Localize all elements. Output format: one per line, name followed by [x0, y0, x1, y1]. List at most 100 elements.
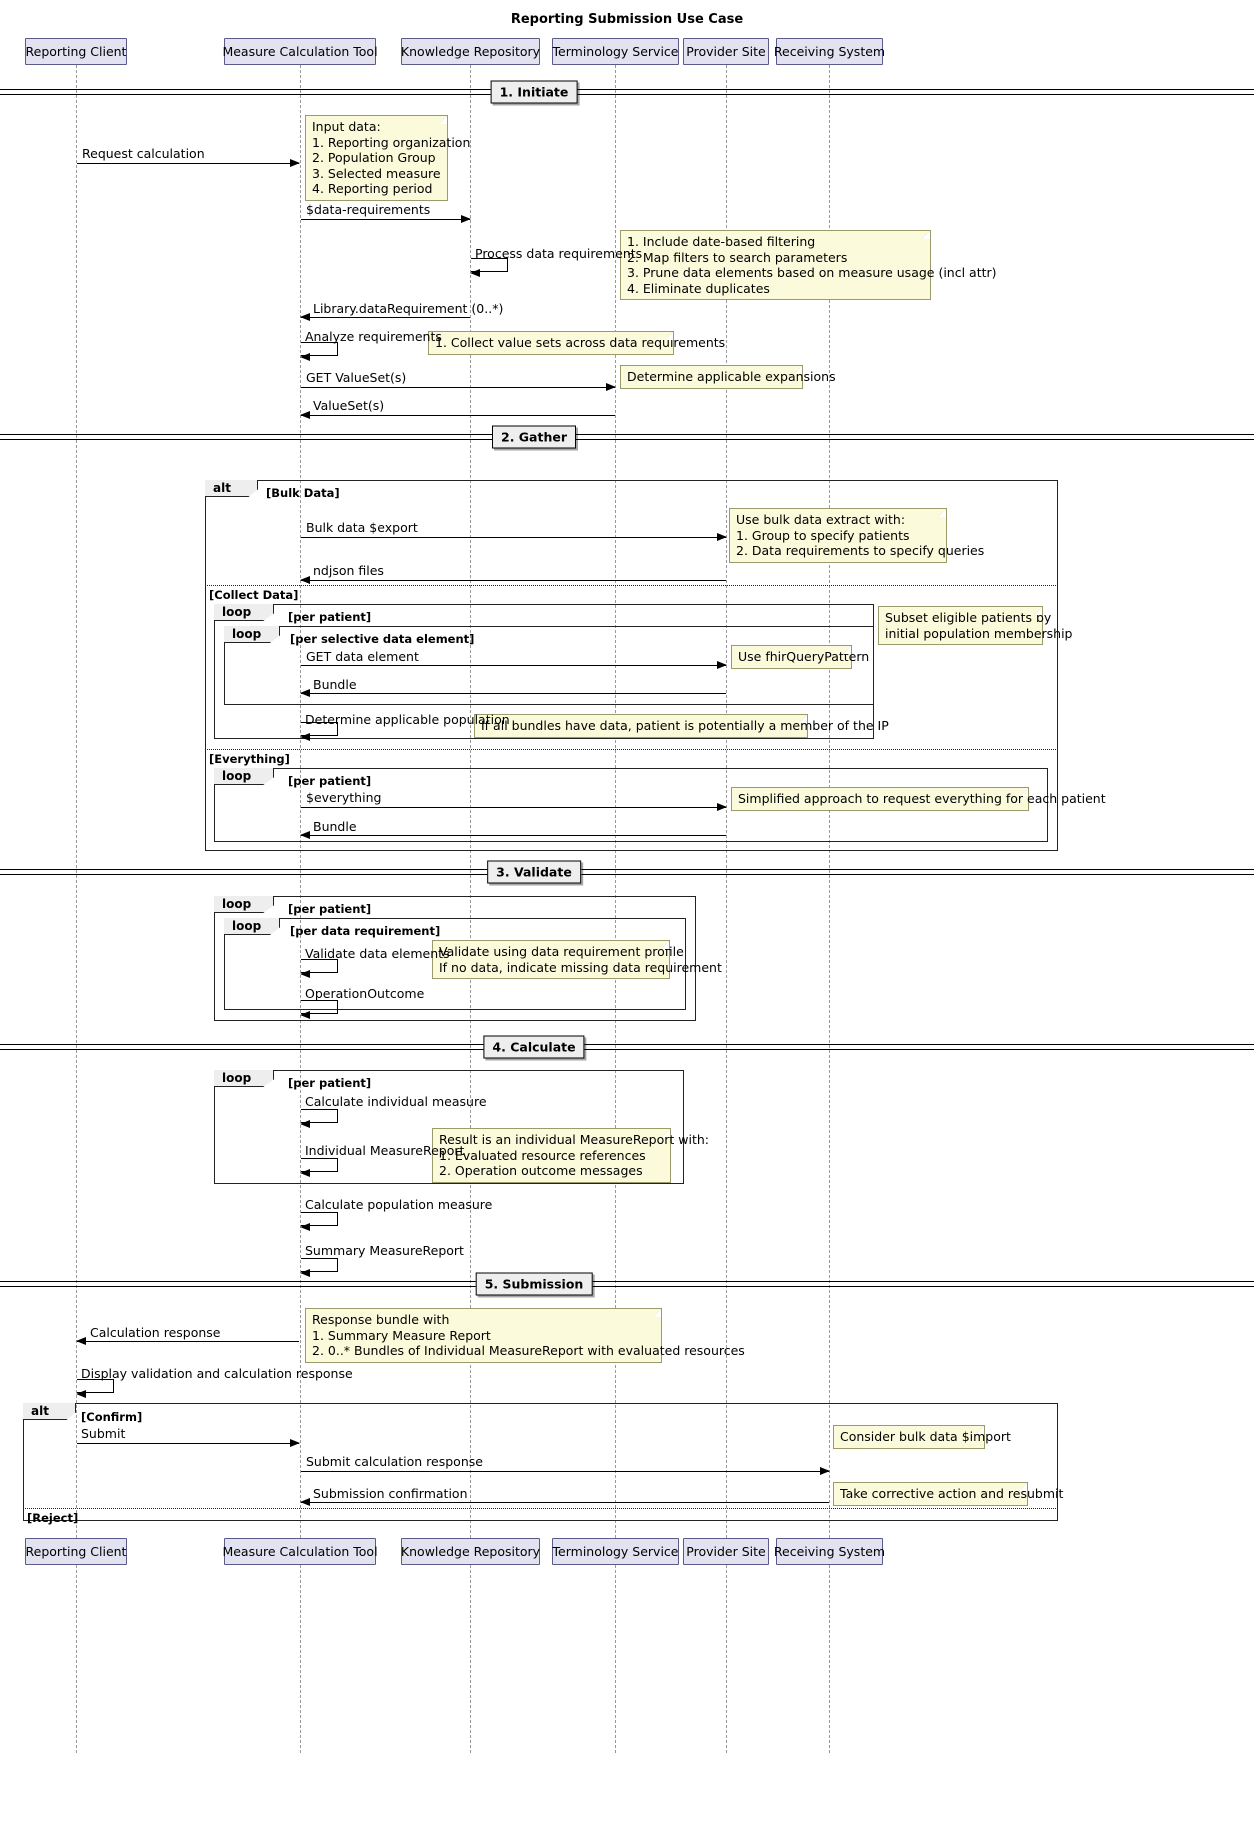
message-bundle-selective-label: Bundle — [313, 677, 357, 692]
arrowhead-icon — [820, 1467, 830, 1475]
message-submission-confirmation — [300, 1498, 829, 1506]
message-individual-measurereport-label: Individual MeasureReport — [305, 1143, 465, 1158]
fragment-separator-collect-data — [205, 585, 1058, 586]
divider-validate-label: 3. Validate — [487, 860, 581, 884]
message-summary-measurereport — [300, 1258, 338, 1277]
arrowhead-icon — [470, 268, 480, 277]
message-data-requirements-label: $data-requirements — [306, 202, 431, 217]
divider-submission — [0, 1281, 1254, 1287]
page-title: Reporting Submission Use Case — [510, 12, 744, 27]
message-operation-outcome-label: OperationOutcome — [305, 986, 425, 1001]
arrowhead-icon — [300, 689, 310, 697]
arrowhead-icon — [300, 411, 310, 419]
arrowhead-icon — [290, 1439, 300, 1447]
divider-initiate — [0, 89, 1254, 95]
note-subset-eligible-patients: Subset eligible patients by initial popu… — [878, 606, 1073, 645]
message-submit-calculation-response — [301, 1467, 830, 1475]
participant-receiving-system-top[interactable]: Receiving System — [774, 38, 885, 65]
participant-measure-calculation-tool-top[interactable]: Measure Calculation Tool — [222, 38, 378, 65]
message-validate-data-elements-label: Validate data elements — [305, 946, 450, 961]
note-if-all-bundles: If all bundles have data, patient is pot… — [474, 714, 889, 738]
message-bundle-everything — [300, 831, 726, 839]
message-bulk-data-export-label: Bulk data $export — [306, 520, 418, 535]
message-submit-calculation-response-label: Submit calculation response — [306, 1454, 483, 1469]
message-get-valuesets-label: GET ValueSet(s) — [306, 370, 407, 385]
message-analyze-requirements-label: Analyze requirements — [305, 329, 442, 344]
arrowhead-icon — [300, 732, 310, 741]
message-request-calculation — [77, 159, 300, 167]
fragment-separator-reject — [23, 1508, 1058, 1509]
message-submission-confirmation-label: Submission confirmation — [313, 1486, 468, 1501]
arrowhead-icon — [300, 831, 310, 839]
note-validate-using-profile: Validate using data requirement profile … — [432, 940, 722, 979]
message-calculate-population-measure — [300, 1212, 338, 1231]
note-determine-expansions: Determine applicable expansions — [620, 365, 836, 389]
message-get-valuesets — [301, 383, 616, 391]
message-bundle-selective — [300, 689, 726, 697]
message-submit-label: Submit — [81, 1426, 126, 1441]
message-determine-applicable-population-label: Determine applicable population — [305, 712, 510, 727]
divider-validate — [0, 869, 1254, 875]
divider-initiate-label: 1. Initiate — [490, 80, 578, 104]
participant-knowledge-repository-top[interactable]: Knowledge Repository — [401, 38, 540, 65]
message-calculation-response-label: Calculation response — [90, 1325, 221, 1340]
fragment-loop-per-patient-everything-operator: loop — [214, 768, 274, 785]
participant-terminology-service-bottom[interactable]: Terminology Service — [552, 1538, 679, 1565]
arrowhead-icon — [606, 383, 616, 391]
message-get-data-element — [301, 661, 727, 669]
arrowhead-icon — [300, 1010, 310, 1019]
fragment-loop-per-patient-validate-operator: loop — [214, 896, 274, 913]
participant-provider-site-top[interactable]: Provider Site — [683, 38, 769, 65]
fragment-alt-gather-operator: alt — [205, 480, 258, 497]
participant-provider-site-bottom[interactable]: Provider Site — [683, 1538, 769, 1565]
fragment-alt-reject-condition: [Reject] — [27, 1511, 79, 1525]
participant-receiving-system-bottom[interactable]: Receiving System — [774, 1538, 885, 1565]
message-display-validation-response-label: Display validation and calculation respo… — [81, 1366, 353, 1381]
sequence-diagram-canvas: Reporting Submission Use Case Reporting … — [0, 0, 1254, 1829]
participant-terminology-service-top[interactable]: Terminology Service — [552, 38, 679, 65]
message-submit — [77, 1439, 300, 1447]
fragment-loop-per-patient-collect-operator: loop — [214, 604, 274, 621]
participant-knowledge-repository-bottom[interactable]: Knowledge Repository — [401, 1538, 540, 1565]
message-display-validation-response — [76, 1379, 114, 1398]
message-ndjson-files-label: ndjson files — [313, 563, 384, 578]
message-library-datarequirement — [300, 313, 470, 321]
fragment-loop-per-selective-operator: loop — [224, 626, 280, 643]
message-everything — [301, 803, 727, 811]
arrowhead-icon — [300, 969, 310, 978]
message-ndjson-files — [300, 576, 726, 584]
participant-measure-calculation-tool-bottom[interactable]: Measure Calculation Tool — [222, 1538, 378, 1565]
message-calculate-individual-measure — [300, 1109, 338, 1128]
arrowhead-icon — [300, 313, 310, 321]
note-bulk-data-extract: Use bulk data extract with: 1. Group to … — [729, 507, 984, 563]
arrowhead-icon — [717, 661, 727, 669]
message-library-datarequirement-label: Library.dataRequirement (0..*) — [313, 301, 504, 316]
divider-calculate-label: 4. Calculate — [483, 1035, 585, 1059]
fragment-alt-collect-data-condition: [Collect Data] — [209, 588, 299, 602]
note-process-data-requirements: 1. Include date-based filtering 2. Map f… — [620, 230, 997, 300]
note-simplified-approach: Simplified approach to request everythin… — [731, 787, 1106, 811]
message-valuesets-label: ValueSet(s) — [313, 398, 385, 413]
fragment-alt-gather-condition: [Bulk Data] — [266, 486, 340, 500]
note-individual-measurereport: Result is an individual MeasureReport wi… — [432, 1128, 709, 1183]
message-get-data-element-label: GET data element — [306, 649, 419, 664]
fragment-alt-submission-condition: [Confirm] — [81, 1410, 143, 1424]
message-calculation-response — [76, 1337, 299, 1345]
arrowhead-icon — [461, 215, 471, 223]
arrowhead-icon — [300, 352, 310, 361]
arrowhead-icon — [76, 1389, 86, 1398]
arrowhead-icon — [300, 1119, 310, 1128]
message-bulk-data-export — [301, 533, 727, 541]
divider-submission-label: 5. Submission — [475, 1272, 593, 1296]
fragment-loop-per-data-requirement-condition: [per data requirement] — [290, 924, 441, 938]
message-analyze-requirements — [300, 342, 338, 361]
fragment-alt-everything-condition: [Everything] — [209, 752, 290, 766]
arrowhead-icon — [300, 1268, 310, 1277]
arrowhead-icon — [300, 1168, 310, 1177]
arrowhead-icon — [290, 159, 300, 167]
participant-reporting-client-bottom[interactable]: Reporting Client — [25, 1538, 127, 1565]
message-individual-measurereport — [300, 1158, 338, 1177]
participant-reporting-client-top[interactable]: Reporting Client — [25, 38, 127, 65]
divider-gather-label: 2. Gather — [491, 425, 577, 449]
arrowhead-icon — [76, 1337, 86, 1345]
